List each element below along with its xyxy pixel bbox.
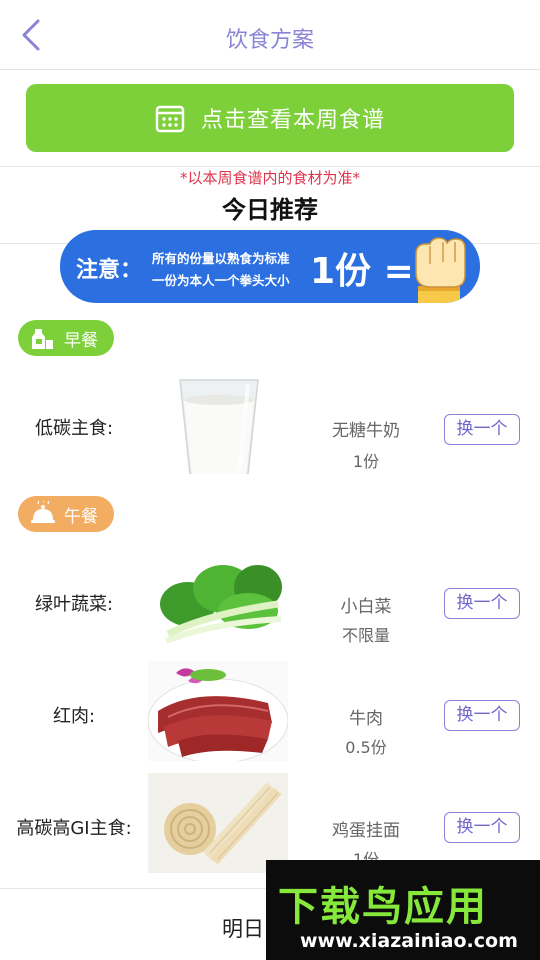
food-quantity: 不限量 bbox=[341, 626, 390, 645]
food-category: 低碳主食: bbox=[34, 418, 114, 439]
bok-choy-image bbox=[148, 549, 288, 649]
food-name: 小白菜 bbox=[340, 597, 392, 617]
swap-button[interactable]: 换一个 bbox=[444, 588, 520, 619]
food-category: 高碳高GI主食: bbox=[16, 818, 132, 839]
swap-button[interactable]: 换一个 bbox=[444, 812, 520, 843]
app-header: 饮食方案 bbox=[0, 0, 540, 70]
ingredient-notice: *以本周食谱内的食材为准* bbox=[179, 169, 360, 187]
view-week-recipe-label: 点击查看本周食谱 bbox=[200, 108, 385, 133]
lunch-label: 午餐 bbox=[64, 506, 98, 527]
noodles-image bbox=[148, 773, 288, 873]
lunch-tag: 午餐 bbox=[18, 496, 114, 532]
diet-plan-page: 饮食方案 点击查看本周食谱 *以本周食谱内的食材为准* 今日推荐 注意： 所有的… bbox=[0, 0, 540, 960]
swap-button[interactable]: 换一个 bbox=[444, 700, 520, 731]
portion-banner: 注意： 所有的份量以熟食为标准 一份为本人一个拳头大小 1份 = bbox=[60, 230, 480, 303]
banner-line-2: 一份为本人一个拳头大小 bbox=[152, 273, 290, 288]
food-name: 鸡蛋挂面 bbox=[332, 821, 400, 841]
fist-icon bbox=[415, 237, 466, 303]
page-title: 饮食方案 bbox=[225, 28, 314, 53]
food-category: 红肉: bbox=[52, 706, 96, 727]
tomorrow-label: 明日 bbox=[222, 917, 264, 941]
food-name: 牛肉 bbox=[349, 709, 383, 729]
banner-attention: 注意： bbox=[76, 258, 143, 283]
food-category: 绿叶蔬菜: bbox=[34, 594, 114, 615]
view-week-recipe-button[interactable]: 点击查看本周食谱 bbox=[26, 84, 514, 152]
swap-button[interactable]: 换一个 bbox=[444, 414, 520, 445]
calendar-icon bbox=[155, 105, 185, 133]
breakfast-label: 早餐 bbox=[64, 330, 98, 351]
milk-image bbox=[148, 374, 288, 474]
breakfast-tag: 早餐 bbox=[18, 320, 114, 356]
food-name: 无糖牛奶 bbox=[332, 421, 400, 441]
food-quantity: 0.5份 bbox=[345, 738, 387, 757]
watermark-title: 下载鸟应用 bbox=[278, 884, 488, 930]
banner-line-1: 所有的份量以熟食为标准 bbox=[152, 251, 290, 266]
watermark: 下载鸟应用 www.xiazainiao.com bbox=[266, 860, 540, 960]
watermark-url: www.xiazainiao.com bbox=[300, 930, 518, 952]
section-title: 今日推荐 bbox=[222, 196, 318, 224]
cloche-icon bbox=[31, 501, 55, 523]
milk-bottle-icon bbox=[32, 329, 53, 349]
banner-portion: 1份 = bbox=[310, 251, 414, 292]
food-quantity: 1份 bbox=[352, 452, 380, 471]
beef-image bbox=[148, 661, 288, 761]
